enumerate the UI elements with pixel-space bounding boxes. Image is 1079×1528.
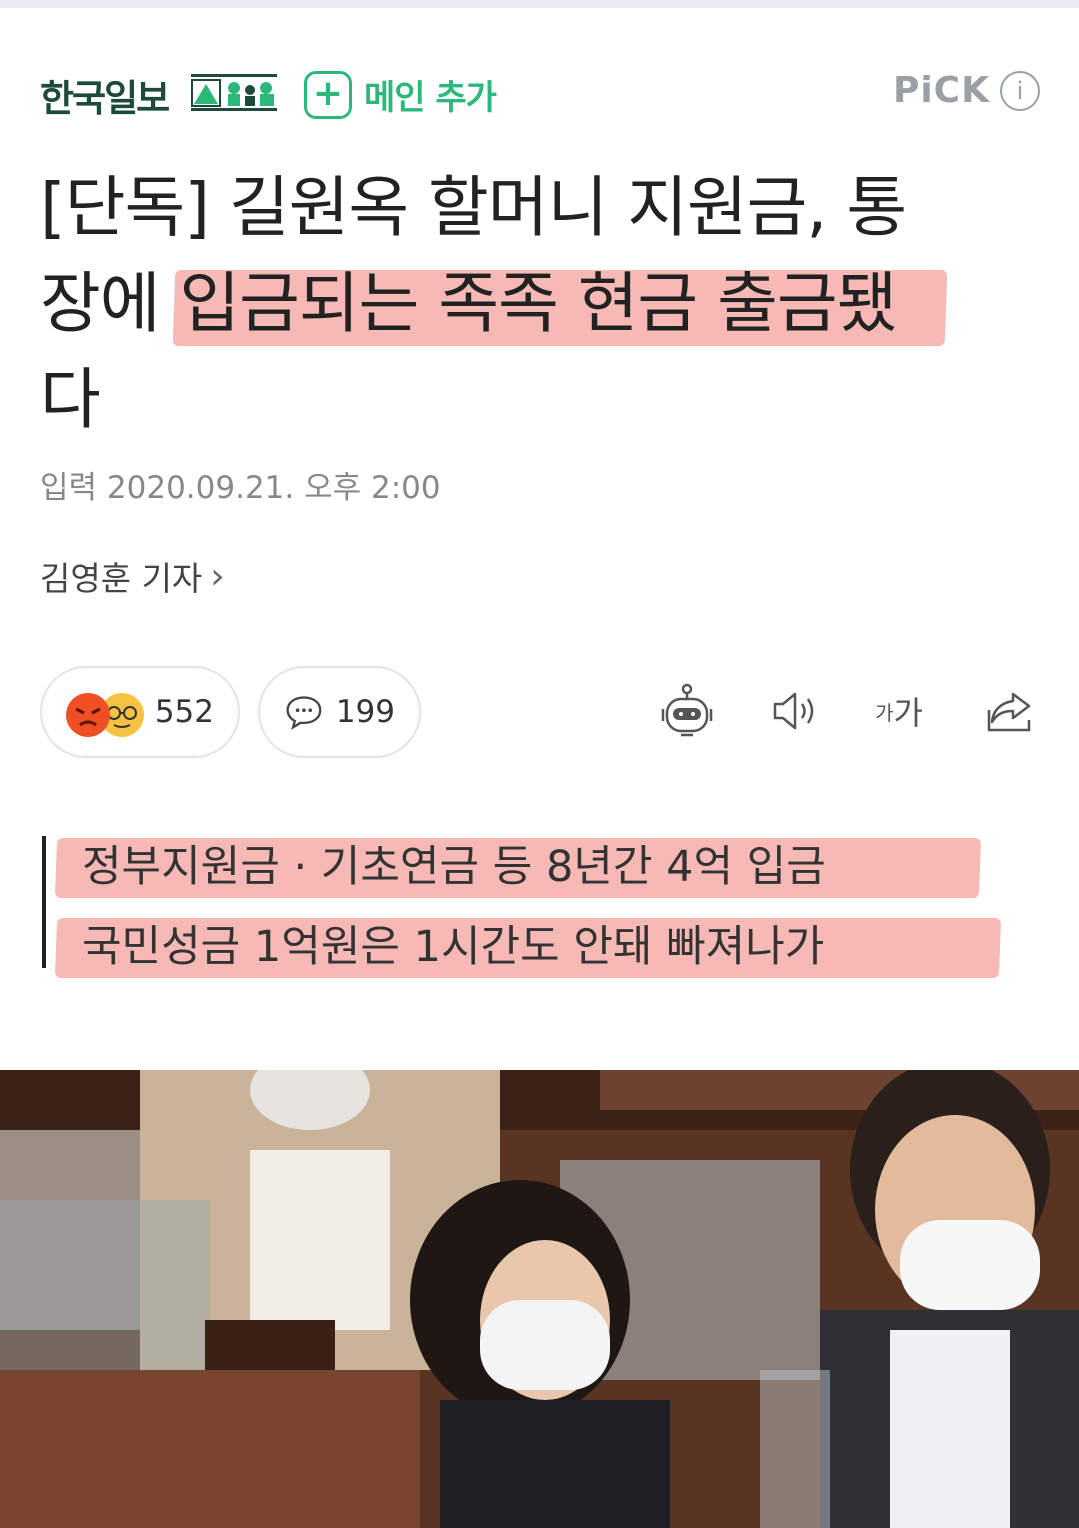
press-logo[interactable]: 한국일보 bbox=[40, 68, 170, 122]
comment-count: 199 bbox=[335, 694, 395, 730]
speaker-icon bbox=[773, 692, 814, 730]
pick-badge[interactable]: PiCK i bbox=[893, 70, 1040, 111]
headline-text-1: [단독] 길원옥 할머니 지원금, 통 bbox=[40, 169, 907, 246]
robot-icon bbox=[661, 683, 713, 737]
subheading-text-1: 정부지원금 · 기초연금 등 8년간 4억 입금 bbox=[82, 842, 826, 892]
headline-line-1: [단독] 길원옥 할머니 지원금, 통 bbox=[40, 160, 1040, 256]
subheading-line-2: 국민성금 1억원은 1시간도 안돼 빠져나가 bbox=[54, 916, 1002, 978]
subheading-line-1: 정부지원금 · 기초연금 등 8년간 4억 입금 bbox=[54, 836, 982, 898]
text-to-speech-button[interactable] bbox=[760, 676, 830, 746]
share-icon bbox=[987, 692, 1031, 732]
reaction-count: 552 bbox=[154, 694, 214, 730]
reporter-link[interactable]: 김영훈 기자 › bbox=[40, 552, 225, 600]
headline-text-2b: 됐 bbox=[836, 265, 898, 342]
chevron-right-icon: › bbox=[210, 555, 225, 597]
headline-text-2a: 장에 bbox=[40, 265, 180, 342]
font-size-small-label: 가 bbox=[875, 700, 894, 725]
summary-bot-button[interactable] bbox=[652, 676, 722, 746]
comment-button[interactable]: 199 bbox=[258, 666, 421, 758]
quote-bar bbox=[42, 836, 46, 968]
article-subheadings: 정부지원금 · 기초연금 등 8년간 4억 입금 국민성금 1억원은 1시간도 … bbox=[42, 832, 1002, 978]
headline-line-2: 장에 입금되는 족족 현금 출금됐 bbox=[40, 256, 1040, 352]
article-header: 한국일보 + 메인 추가 PiCK i bbox=[40, 62, 1040, 122]
info-icon[interactable]: i bbox=[1000, 70, 1040, 111]
add-to-main-label: 메인 추가 bbox=[364, 78, 497, 118]
font-size-large-label: 가 bbox=[893, 694, 923, 732]
press-emblem-icon bbox=[191, 74, 277, 111]
speech-bubble-icon bbox=[286, 696, 322, 730]
headline-line-3: 다 bbox=[40, 352, 1040, 448]
angry-face-icon bbox=[66, 693, 110, 737]
subheading-text-2: 국민성금 1억원은 1시간도 안돼 빠져나가 bbox=[82, 922, 825, 972]
add-to-main-button[interactable]: + 메인 추가 bbox=[304, 70, 497, 119]
reaction-emojis bbox=[66, 687, 144, 737]
photo-image bbox=[0, 1070, 1079, 1528]
font-size-button[interactable]: 가가 bbox=[864, 676, 934, 746]
headline-highlighted-text: 입금되는 족족 현금 출금 bbox=[179, 265, 837, 342]
headline-text-3: 다 bbox=[40, 361, 101, 438]
share-button[interactable] bbox=[976, 676, 1046, 746]
reaction-button[interactable]: 552 bbox=[40, 666, 240, 758]
publish-date: 입력 2020.09.21. 오후 2:00 bbox=[40, 470, 441, 506]
plus-icon: + bbox=[304, 70, 352, 119]
article-photo[interactable] bbox=[0, 1070, 1079, 1528]
top-status-strip bbox=[0, 0, 1079, 8]
pick-label: PiCK bbox=[892, 70, 990, 111]
reporter-name: 김영훈 기자 bbox=[40, 559, 203, 598]
article-headline: [단독] 길원옥 할머니 지원금, 통 장에 입금되는 족족 현금 출금됐 다 bbox=[40, 160, 1040, 448]
